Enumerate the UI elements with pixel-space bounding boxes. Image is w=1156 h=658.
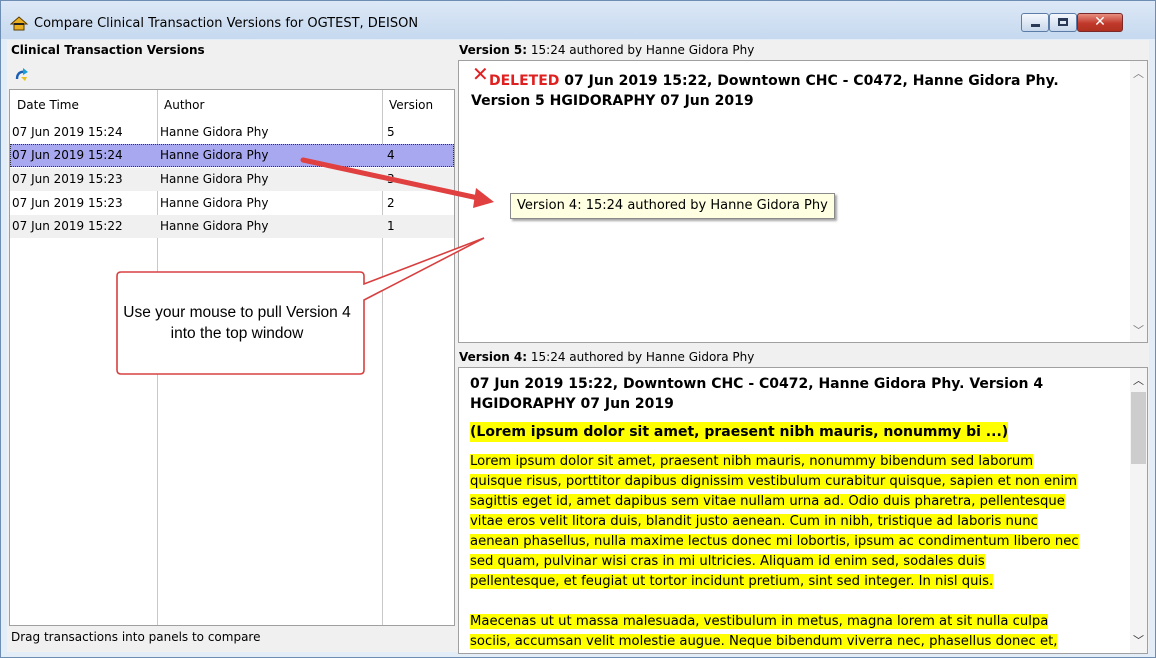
app-icon [10,16,28,31]
versions-header: Clinical Transaction Versions [11,43,205,57]
status-bar: Drag transactions into panels to compare [11,630,261,644]
top-panel-version: Version 5: [459,43,528,57]
scroll-up-icon[interactable]: ︿ [1130,372,1147,389]
column-header-version[interactable]: Version [389,98,433,112]
bottom-panel-label: Version 4: 15:24 authored by Hanne Gidor… [459,350,754,364]
bottom-panel-author: 15:24 authored by Hanne Gidora Phy [527,350,755,364]
scroll-up-icon[interactable]: ︿ [1130,65,1147,82]
body-line: sagittis eget id, amet dapibus sem vitae… [470,494,1065,509]
body-line: vitae eros velit litora duis, blandit ju… [470,514,1038,529]
row-version: 1 [387,219,395,233]
bottom-panel-version: Version 4: [459,350,528,364]
scroll-down-icon[interactable]: ﹀ [1130,322,1147,339]
row-author: Hanne Gidora Phy [160,172,269,186]
minimize-button[interactable] [1021,13,1049,32]
bottom-panel-body: Lorem ipsum dolor sit amet, praesent nib… [470,452,1130,653]
top-panel-content: 07 Jun 2019 15:22, Downtown CHC - C0472,… [471,73,1059,109]
client-area: Clinical Transaction Versions Date Time … [7,40,1149,654]
row-datetime: 07 Jun 2019 15:24 [12,148,123,162]
row-version: 2 [387,196,395,210]
column-header-datetime[interactable]: Date Time [17,98,79,112]
top-panel-label: Version 5: 15:24 authored by Hanne Gidor… [459,43,754,57]
bottom-compare-panel[interactable]: 07 Jun 2019 15:22, Downtown CHC - C0472,… [458,367,1148,654]
row-version: 5 [387,125,395,139]
maximize-button[interactable] [1049,13,1077,32]
row-datetime: 07 Jun 2019 15:24 [12,125,123,139]
bottom-panel-heading: 07 Jun 2019 15:22, Downtown CHC - C0472,… [470,376,1044,412]
maximize-icon [1058,18,1068,26]
row-version: 3 [387,172,395,186]
row-datetime: 07 Jun 2019 15:22 [12,219,123,233]
window-title: Compare Clinical Transaction Versions fo… [34,16,419,31]
scroll-thumb[interactable] [1131,392,1146,464]
top-panel-author: 15:24 authored by Hanne Gidora Phy [527,43,755,57]
row-datetime: 07 Jun 2019 15:23 [12,172,123,186]
top-panel-scrollbar[interactable]: ︿ ﹀ [1130,61,1147,342]
row-author: Hanne Gidora Phy [160,219,269,233]
row-author: Hanne Gidora Phy [160,148,269,162]
close-icon: ✕ [1094,14,1106,30]
bottom-panel-subheading: (Lorem ipsum dolor sit amet, praesent ni… [470,422,1009,442]
bottom-panel-scrollbar[interactable]: ︿ ﹀ [1130,368,1147,653]
row-version: 4 [387,148,395,162]
table-row[interactable]: 07 Jun 2019 15:22 Hanne Gidora Phy 1 [10,215,454,238]
close-button[interactable]: ✕ [1077,13,1123,32]
row-author: Hanne Gidora Phy [160,196,269,210]
body-line: sociis, accumsan velit molestie augue. N… [470,634,1058,649]
title-bar[interactable]: Compare Clinical Transaction Versions fo… [1,1,1155,39]
table-row[interactable]: 07 Jun 2019 15:24 Hanne Gidora Phy 5 [10,121,454,144]
table-row[interactable]: 07 Jun 2019 15:23 Hanne Gidora Phy 2 [10,192,454,215]
list-header: Date Time Author Version [10,90,454,120]
table-row-selected[interactable]: 07 Jun 2019 15:24 Hanne Gidora Phy 4 [10,144,454,167]
drag-tooltip: Version 4: 15:24 authored by Hanne Gidor… [510,193,835,219]
body-line: pellentesque, et feugiat ut tortor incid… [470,574,994,589]
top-panel-text: DELETED 07 Jun 2019 15:22, Downtown CHC … [471,71,1101,111]
row-author: Hanne Gidora Phy [160,125,269,139]
body-line: sed quam, pulvinar wisi cras in mi ultri… [470,554,985,569]
callout-text: Use your mouse to pull Version 4 into th… [123,304,351,342]
scroll-down-icon[interactable]: ﹀ [1130,632,1147,649]
table-row[interactable]: 07 Jun 2019 15:23 Hanne Gidora Phy 3 [10,168,454,191]
refresh-icon[interactable] [13,66,31,84]
body-line: quisque risus, porttitor dapibus digniss… [470,474,1078,489]
body-line: Lorem ipsum dolor sit amet, praesent nib… [470,454,1034,469]
body-line: aenean phasellus, nulla maxime lectus do… [470,534,1079,549]
versions-list[interactable]: Date Time Author Version 07 Jun 2019 15:… [9,89,455,626]
row-datetime: 07 Jun 2019 15:23 [12,196,123,210]
minimize-icon [1031,24,1040,27]
column-header-author[interactable]: Author [164,98,204,112]
deleted-label: DELETED [489,73,560,89]
body-line: Maecenas ut ut massa malesuada, vestibul… [470,614,1049,629]
